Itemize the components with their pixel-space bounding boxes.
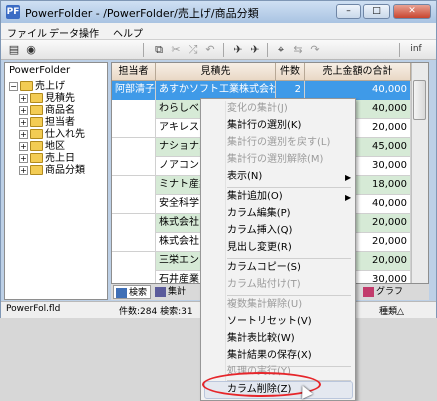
arrows-icon[interactable]: ⇆ [290, 42, 306, 57]
column-header[interactable]: 売上金額の合計 [305, 63, 411, 81]
toolbar: ▤ ◉ ⧉ ✂ ⤮ ↶ ✈ ✈ ⌖ ⇆ ↷ inf [1, 40, 436, 60]
menu-item-sort-reset[interactable]: ソートリセット(V) [227, 314, 312, 330]
table-cell[interactable] [112, 233, 156, 252]
menu-item-insert-column[interactable]: カラム挿入(Q) [227, 223, 292, 239]
menu-item-add-summary[interactable]: 集計追加(O) [227, 189, 283, 205]
menu-item-undo-select[interactable]: 集計行の選別を戻す(L) [227, 135, 330, 151]
tree-item[interactable]: + 仕入れ先 [19, 125, 85, 140]
menu-item-view[interactable]: 表示(N) [227, 169, 262, 185]
column-header[interactable]: 見積先 [156, 63, 276, 81]
tab-summary[interactable]: 集計 [153, 285, 191, 299]
file-open-icon[interactable]: ▤ [6, 42, 22, 57]
menu-item-copy-column[interactable]: カラムコピー(S) [227, 260, 301, 276]
table-cell[interactable] [112, 271, 156, 283]
undo-icon[interactable]: ↶ [202, 42, 218, 57]
app-icon: PF [6, 5, 20, 19]
info-icon[interactable]: inf [405, 42, 427, 57]
tab-search[interactable]: 検索 [113, 285, 151, 299]
table-cell[interactable] [112, 252, 156, 271]
menu-item-paste-column[interactable]: カラム貼付け(T) [227, 277, 301, 293]
copy-icon[interactable]: ⧉ [151, 42, 167, 57]
status-file: PowerFol.fld [6, 304, 61, 314]
tree-root[interactable]: PowerFolder [9, 65, 70, 77]
folder-tree[interactable]: PowerFolder − 売上げ + 見積先 + 商品名 + 担当者 + 仕入れ先 + 地… [4, 62, 108, 300]
grid-icon [155, 286, 166, 297]
column-header[interactable]: 件数 [276, 63, 305, 81]
expand-icon[interactable]: + [19, 165, 28, 175]
menu-help[interactable]: ヘルプ [113, 25, 143, 40]
tree-node-sales[interactable]: − 売上げ [9, 77, 65, 92]
branch-icon[interactable]: ⤮ [185, 42, 201, 57]
menu-separator [227, 295, 351, 296]
status-count: 件数:284 検索:31 [119, 307, 193, 317]
airplane-icon[interactable]: ✈ [247, 42, 263, 57]
menu-item-save-result[interactable]: 集計結果の保存(X) [227, 348, 312, 364]
filter-icon[interactable]: ⌖ [273, 42, 289, 57]
maximize-button[interactable]: □ [363, 4, 390, 19]
search-icon [116, 287, 127, 298]
menu-item-compare[interactable]: 集計表比較(W) [227, 331, 295, 347]
tree-item[interactable]: + 売上日 [19, 149, 75, 164]
menu-separator [227, 258, 351, 259]
menu-file[interactable]: ファイル [7, 25, 47, 40]
table-cell[interactable] [112, 176, 156, 195]
submenu-arrow-icon: ▶ [345, 173, 352, 182]
toolbar-separator [223, 43, 224, 57]
status-kind: 種類△ [379, 307, 404, 317]
table-cell[interactable] [112, 157, 156, 176]
folder-icon [30, 165, 43, 175]
toolbar-separator [267, 43, 268, 57]
tree-item[interactable]: + 見積先 [19, 89, 75, 104]
toolbar-separator [399, 43, 400, 57]
tab-graph[interactable]: グラフ [361, 285, 403, 299]
toolbar-separator [143, 43, 144, 57]
menu-gutter [225, 101, 226, 398]
collapse-icon[interactable]: − [9, 81, 18, 91]
menu-item-clear-select[interactable]: 集計行の選別解除(M) [227, 152, 323, 168]
chart-icon [363, 286, 374, 297]
menu-item-clear-multi[interactable]: 複数集計解除(U) [227, 297, 302, 313]
table-cell[interactable] [112, 195, 156, 214]
tree-item[interactable]: + 商品分類 [19, 161, 85, 176]
title-bar[interactable]: PF PowerFolder - /PowerFolder/売上げ/商品分類 –… [1, 1, 436, 23]
redo-icon[interactable]: ↷ [307, 42, 323, 57]
table-cell[interactable]: 阿部清子 [112, 81, 156, 100]
close-button[interactable]: ✕ [393, 4, 431, 19]
menu-bar: ファイル データ操作 ヘルプ [1, 23, 436, 40]
menu-data[interactable]: データ操作 [49, 25, 99, 40]
menu-item-change-summary[interactable]: 変化の集計(J) [227, 101, 288, 117]
menu-separator [227, 187, 351, 188]
submenu-arrow-icon: ▶ [345, 193, 352, 202]
scrollbar-thumb[interactable] [413, 80, 426, 120]
tree-item[interactable]: + 担当者 [19, 113, 75, 128]
table-cell[interactable] [112, 119, 156, 138]
airplane-icon[interactable]: ✈ [230, 42, 246, 57]
tree-item[interactable]: + 地区 [19, 137, 65, 152]
eye-icon[interactable]: ◉ [23, 42, 39, 57]
cut-icon[interactable]: ✂ [168, 42, 184, 57]
minimize-button[interactable]: – [336, 4, 361, 19]
window-title: PowerFolder - /PowerFolder/売上げ/商品分類 [25, 7, 259, 20]
menu-item-edit-column[interactable]: カラム編集(P) [227, 206, 291, 222]
tree-item[interactable]: + 商品名 [19, 101, 75, 116]
table-cell[interactable] [112, 100, 156, 119]
context-menu: 変化の集計(J) 集計行の選別(K) 集計行の選別を戻す(L) 集計行の選別解除… [200, 98, 356, 401]
menu-item-select-rows[interactable]: 集計行の選別(K) [227, 118, 301, 134]
menu-item-rename-heading[interactable]: 見出し変更(R) [227, 240, 292, 256]
column-header[interactable]: 担当者 [112, 63, 156, 81]
table-cell[interactable] [112, 138, 156, 157]
table-cell[interactable] [112, 214, 156, 233]
